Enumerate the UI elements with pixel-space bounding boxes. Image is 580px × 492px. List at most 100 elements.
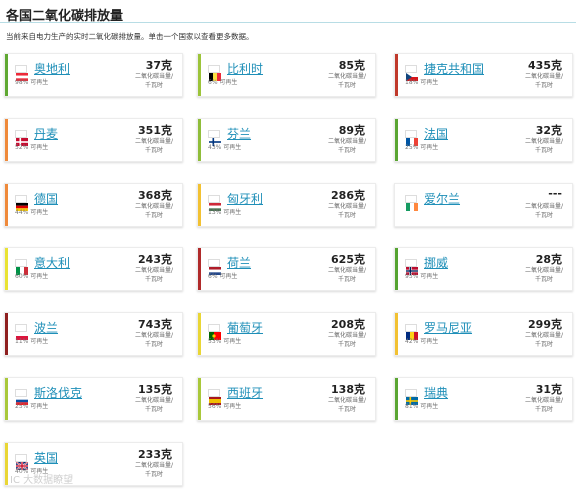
country-card[interactable]: 捷克共和国 18% 可再生 435克 二氧化碳当量/千瓦时 <box>394 53 573 97</box>
country-card[interactable]: 奥地利 98% 可再生 37克 二氧化碳当量/千瓦时 <box>4 53 183 97</box>
country-flag-icon <box>15 195 28 211</box>
country-card[interactable]: 瑞典 81% 可再生 31克 二氧化碳当量/千瓦时 <box>394 377 573 421</box>
country-card[interactable]: 比利时 6% 可再生 85克 二氧化碳当量/千瓦时 <box>197 53 376 97</box>
emission-value: 32克 <box>535 124 562 137</box>
country-card[interactable]: 德国 44% 可再生 368克 二氧化碳当量/千瓦时 <box>4 183 183 227</box>
emission-unit: 二氧化碳当量/千瓦时 <box>327 332 367 348</box>
emission-unit: 二氧化碳当量/千瓦时 <box>524 332 564 348</box>
renewable-share: 25% 可再生 <box>405 144 439 151</box>
country-name-link[interactable]: 捷克共和国 <box>424 60 484 77</box>
emission-level-bar <box>5 119 8 161</box>
emission-value: 435克 <box>528 59 562 72</box>
emission-unit: 二氧化碳当量/千瓦时 <box>327 73 367 89</box>
emission-value: 286克 <box>331 189 365 202</box>
renewable-share: 98% 可再生 <box>15 79 49 86</box>
emission-unit: 二氧化碳当量/千瓦时 <box>524 397 564 413</box>
renewable-share: 44% 可再生 <box>15 209 49 216</box>
page-subtitle: 当前来自电力生产的实时二氧化碳排放量。单击一个国家以查看更多数据。 <box>6 32 254 41</box>
renewable-share: 53% 可再生 <box>208 338 242 345</box>
emission-unit: 二氧化碳当量/千瓦时 <box>134 138 174 154</box>
country-name-link[interactable]: 德国 <box>34 190 58 207</box>
country-flag-icon <box>208 389 221 405</box>
country-card[interactable]: 荷兰 6% 可再生 625克 二氧化碳当量/千瓦时 <box>197 247 376 291</box>
title-divider <box>0 22 576 23</box>
emission-value: 368克 <box>138 189 172 202</box>
country-name-link[interactable]: 英国 <box>34 449 58 466</box>
country-name-link[interactable]: 芬兰 <box>227 125 251 142</box>
emission-unit: 二氧化碳当量/千瓦时 <box>524 203 564 219</box>
emission-level-bar <box>5 313 8 355</box>
emission-unit: 二氧化碳当量/千瓦时 <box>524 267 564 283</box>
emission-unit: 二氧化碳当量/千瓦时 <box>134 462 174 478</box>
emission-unit: 二氧化碳当量/千瓦时 <box>327 138 367 154</box>
country-card[interactable]: 西班牙 56% 可再生 138克 二氧化碳当量/千瓦时 <box>197 377 376 421</box>
renewable-share: 81% 可再生 <box>405 403 439 410</box>
country-card[interactable]: 爱尔兰 --- 二氧化碳当量/千瓦时 <box>394 183 573 227</box>
emission-unit: 二氧化碳当量/千瓦时 <box>327 267 367 283</box>
country-card[interactable]: 挪威 95% 可再生 28克 二氧化碳当量/千瓦时 <box>394 247 573 291</box>
country-name-link[interactable]: 葡萄牙 <box>227 319 263 336</box>
country-flag-icon <box>208 324 221 340</box>
country-card[interactable]: 葡萄牙 53% 可再生 208克 二氧化碳当量/千瓦时 <box>197 312 376 356</box>
country-card[interactable]: 意大利 60% 可再生 243克 二氧化碳当量/千瓦时 <box>4 247 183 291</box>
emission-value: 31克 <box>535 383 562 396</box>
country-name-link[interactable]: 爱尔兰 <box>424 190 460 207</box>
renewable-share: 11% 可再生 <box>15 338 49 345</box>
country-flag-icon <box>208 259 221 275</box>
country-name-link[interactable]: 斯洛伐克 <box>34 384 82 401</box>
country-flag-icon <box>15 130 28 146</box>
emission-unit: 二氧化碳当量/千瓦时 <box>327 203 367 219</box>
emission-value: 89克 <box>338 124 365 137</box>
country-name-link[interactable]: 荷兰 <box>227 254 251 271</box>
country-card[interactable]: 波兰 11% 可再生 743克 二氧化碳当量/千瓦时 <box>4 312 183 356</box>
emission-level-bar <box>395 313 398 355</box>
emission-level-bar <box>395 184 398 226</box>
country-flag-icon <box>208 195 221 211</box>
country-name-link[interactable]: 匈牙利 <box>227 190 263 207</box>
country-name-link[interactable]: 比利时 <box>227 60 263 77</box>
emission-value: 743克 <box>138 318 172 331</box>
renewable-share: 6% 可再生 <box>208 273 238 280</box>
country-name-link[interactable]: 瑞典 <box>424 384 448 401</box>
emission-unit: 二氧化碳当量/千瓦时 <box>524 138 564 154</box>
emission-value: 625克 <box>331 253 365 266</box>
emission-value: 243克 <box>138 253 172 266</box>
country-name-link[interactable]: 丹麦 <box>34 125 58 142</box>
country-flag-icon <box>405 65 418 81</box>
country-card[interactable]: 斯洛伐克 25% 可再生 135克 二氧化碳当量/千瓦时 <box>4 377 183 421</box>
emission-level-bar <box>395 378 398 420</box>
country-name-link[interactable]: 意大利 <box>34 254 70 271</box>
country-name-link[interactable]: 西班牙 <box>227 384 263 401</box>
emission-value: 208克 <box>331 318 365 331</box>
emission-level-bar <box>198 313 201 355</box>
renewable-share: 43% 可再生 <box>208 144 242 151</box>
emission-level-bar <box>5 248 8 290</box>
country-flag-icon <box>208 130 221 146</box>
country-card[interactable]: 芬兰 43% 可再生 89克 二氧化碳当量/千瓦时 <box>197 118 376 162</box>
emission-level-bar <box>395 54 398 96</box>
emission-value: --- <box>548 187 562 200</box>
emission-value: 299克 <box>528 318 562 331</box>
country-card[interactable]: 法国 25% 可再生 32克 二氧化碳当量/千瓦时 <box>394 118 573 162</box>
emission-value: 28克 <box>535 253 562 266</box>
emission-level-bar <box>5 378 8 420</box>
country-flag-icon <box>15 389 28 405</box>
country-name-link[interactable]: 法国 <box>424 125 448 142</box>
country-flag-icon <box>15 324 28 340</box>
country-flag-icon <box>405 324 418 340</box>
country-name-link[interactable]: 波兰 <box>34 319 58 336</box>
country-card[interactable]: 匈牙利 13% 可再生 286克 二氧化碳当量/千瓦时 <box>197 183 376 227</box>
emission-level-bar <box>395 248 398 290</box>
country-flag-icon <box>15 454 29 471</box>
country-name-link[interactable]: 挪威 <box>424 254 448 271</box>
country-name-link[interactable]: 奥地利 <box>34 60 70 77</box>
country-card[interactable]: 丹麦 52% 可再生 351克 二氧化碳当量/千瓦时 <box>4 118 183 162</box>
emission-level-bar <box>5 184 8 226</box>
country-card[interactable]: 罗马尼亚 42% 可再生 299克 二氧化碳当量/千瓦时 <box>394 312 573 356</box>
country-flag-icon <box>405 130 418 146</box>
country-name-link[interactable]: 罗马尼亚 <box>424 319 472 336</box>
emission-unit: 二氧化碳当量/千瓦时 <box>134 332 174 348</box>
emission-value: 351克 <box>138 124 172 137</box>
emission-unit: 二氧化碳当量/千瓦时 <box>327 397 367 413</box>
emission-unit: 二氧化碳当量/千瓦时 <box>134 203 174 219</box>
